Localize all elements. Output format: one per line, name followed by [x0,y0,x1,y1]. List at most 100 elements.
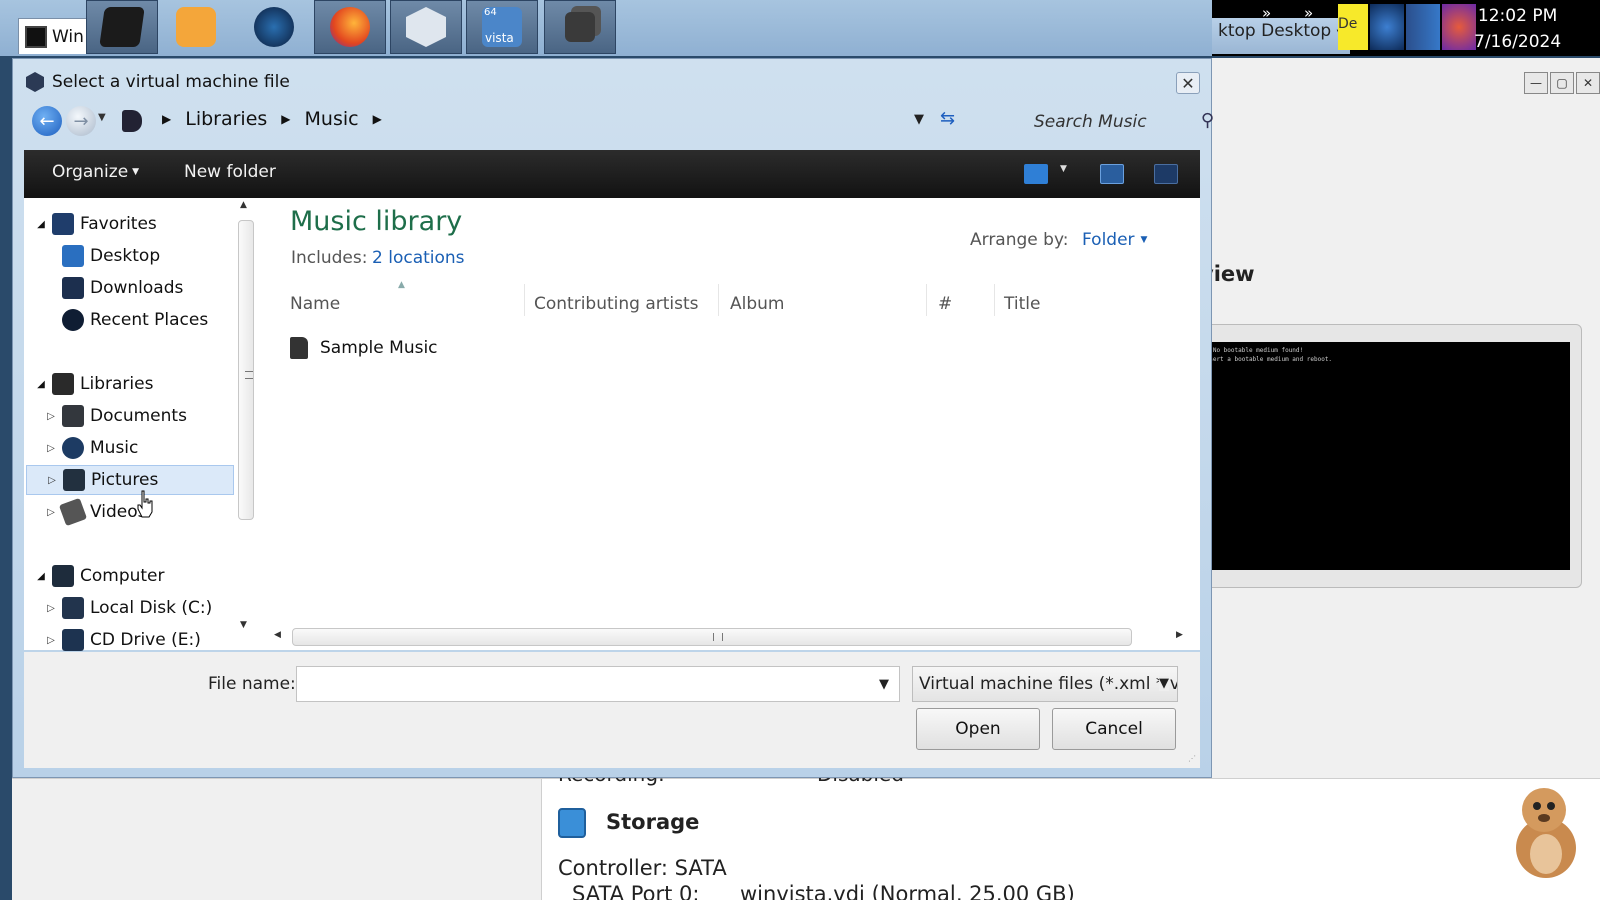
locations-link[interactable]: 2 locations [372,248,465,268]
vista-badge: 64 [484,7,497,18]
scroll-right-icon[interactable]: ▶ [1176,630,1183,640]
nav-recent-places[interactable]: Recent Places [58,305,208,335]
taskbar-window-label: Win [52,26,84,47]
minimize-icon[interactable]: — [1524,72,1548,94]
file-name-input[interactable] [297,667,857,701]
list-item[interactable]: Sample Music [290,337,438,359]
address-history-dropdown[interactable]: ▼ [914,112,924,127]
notes-tray-icon[interactable]: De [1338,4,1368,50]
collapse-arrow-icon[interactable]: ◢ [34,379,48,390]
open-button[interactable]: Open [916,708,1040,750]
arrow-right-icon: → [73,110,89,132]
nav-label: Desktop [90,246,161,266]
expand-arrow-icon[interactable]: ▷ [44,635,58,646]
chevron-right-icon[interactable]: » [1262,4,1271,22]
globe-icon [254,7,294,47]
column-divider[interactable] [926,284,927,316]
nav-local-disk[interactable]: ▷ Local Disk (C:) [44,593,212,623]
arrow-left-icon: ← [39,110,55,132]
forward-button[interactable]: → [66,106,96,136]
recent-pages-dropdown[interactable]: ▼ [98,112,106,123]
nav-computer[interactable]: ◢ Computer [34,561,165,591]
organize-button[interactable]: Organize ▼ [52,162,139,182]
expand-arrow-icon[interactable]: ▷ [44,507,58,518]
taskbar-app-media-player[interactable] [160,0,232,54]
column-header-track-number[interactable]: # [938,294,952,314]
collapse-arrow-icon[interactable]: ◢ [34,571,48,582]
taskbar-app-virtualbox[interactable] [390,0,462,54]
nav-videos[interactable]: ▷ Videos [44,497,147,527]
browser-tray-icon[interactable] [1442,4,1476,50]
cancel-button[interactable]: Cancel [1052,708,1176,750]
refresh-icon[interactable]: ⇆ [940,108,955,129]
expand-arrow-icon[interactable]: ▷ [44,411,58,422]
breadcrumb-separator-icon[interactable]: ▶ [281,112,290,126]
downloads-icon [62,277,84,299]
nav-pictures[interactable]: ▷ Pictures [26,465,234,495]
storage-section-title[interactable]: Storage [606,810,699,834]
clock[interactable]: 12:02 PM 7/16/2024 [1474,3,1561,55]
sata-port-value[interactable]: winvista.vdi (Normal, 25.00 GB) [740,882,1075,900]
expand-arrow-icon[interactable]: ▷ [44,603,58,614]
nav-scrollbar[interactable]: ▲ ▼ [236,200,256,632]
scroll-down-icon[interactable]: ▼ [240,620,247,630]
dialog-close-button[interactable]: ✕ [1176,72,1200,94]
storage-controller: Controller: SATA [558,856,727,880]
column-divider[interactable] [994,284,995,316]
nav-documents[interactable]: ▷ Documents [44,401,187,431]
nav-desktop[interactable]: Desktop [58,241,160,271]
help-icon[interactable] [1154,164,1178,184]
breadcrumb-music[interactable]: Music [305,108,359,130]
nav-music[interactable]: ▷ Music [44,433,138,463]
taskbar-app-globe[interactable] [238,0,310,54]
change-view-icon[interactable] [1024,164,1048,184]
network-tray-icon[interactable] [1370,4,1404,50]
preview-pane-icon[interactable] [1100,164,1124,184]
desktop-toolbar-label[interactable]: ktop Desktop ▼ [1212,18,1351,54]
search-icon[interactable]: ⚲ [1201,110,1214,131]
breadcrumb-libraries[interactable]: Libraries [185,108,267,130]
horizontal-scrollbar-thumb[interactable] [292,628,1132,646]
file-name-combobox: ▼ [296,666,900,702]
column-header-name[interactable]: Name [290,294,340,314]
nav-cd-drive[interactable]: ▷ CD Drive (E:) [44,625,201,655]
nav-scrollbar-thumb[interactable] [238,220,254,520]
column-divider[interactable] [524,284,525,316]
window-app-icon [25,25,47,48]
close-icon[interactable]: ✕ [1576,72,1600,94]
taskbar-window-button[interactable]: Win [18,18,88,54]
content-horizontal-scrollbar[interactable]: ◀ ▶ [272,626,1190,648]
nav-downloads[interactable]: Downloads [58,273,183,303]
resize-grip-icon[interactable]: ⋰ [1188,754,1198,764]
column-divider[interactable] [718,284,719,316]
chevron-right-icon[interactable]: » [1304,4,1313,22]
scroll-left-icon[interactable]: ◀ [274,630,281,640]
preview-screen: ...No bootable medium found! Insert a bo… [1200,342,1570,570]
collapse-arrow-icon[interactable]: ◢ [34,219,48,230]
taskbar-app-windows-stack[interactable] [544,0,616,54]
scroll-up-icon[interactable]: ▲ [240,200,247,210]
taskbar-app-firefox[interactable] [314,0,386,54]
column-header-contributing-artists[interactable]: Contributing artists [534,294,699,314]
maximize-icon[interactable]: ▢ [1550,72,1574,94]
search-input[interactable] [1026,112,1186,132]
library-title: Music library [290,206,463,237]
breadcrumb-separator-icon[interactable]: ▶ [162,112,171,126]
back-button[interactable]: ← [32,106,62,136]
column-header-album[interactable]: Album [730,294,784,314]
expand-arrow-icon[interactable]: ▷ [45,475,59,486]
column-header-title[interactable]: Title [1004,294,1040,314]
file-type-select[interactable]: Virtual machine files (*.xml *.vbox) ▼ [912,666,1178,702]
breadcrumb-separator-icon[interactable]: ▶ [373,112,382,126]
nav-libraries[interactable]: ◢ Libraries [34,369,153,399]
arrange-by-dropdown[interactable]: Folder ▼ [1082,230,1147,250]
display-tray-icon[interactable] [1406,4,1440,50]
breadcrumb: ▶ Libraries ▶ Music ▶ [148,108,396,130]
view-options-dropdown[interactable]: ▼ [1060,164,1067,174]
nav-favorites[interactable]: ◢ Favorites [34,209,157,239]
taskbar-app-terminal[interactable] [86,0,158,54]
chevron-down-icon[interactable]: ▼ [879,677,889,692]
expand-arrow-icon[interactable]: ▷ [44,443,58,454]
taskbar-app-vista-vm[interactable]: 64 vista [466,0,538,54]
new-folder-button[interactable]: New folder [184,162,276,182]
